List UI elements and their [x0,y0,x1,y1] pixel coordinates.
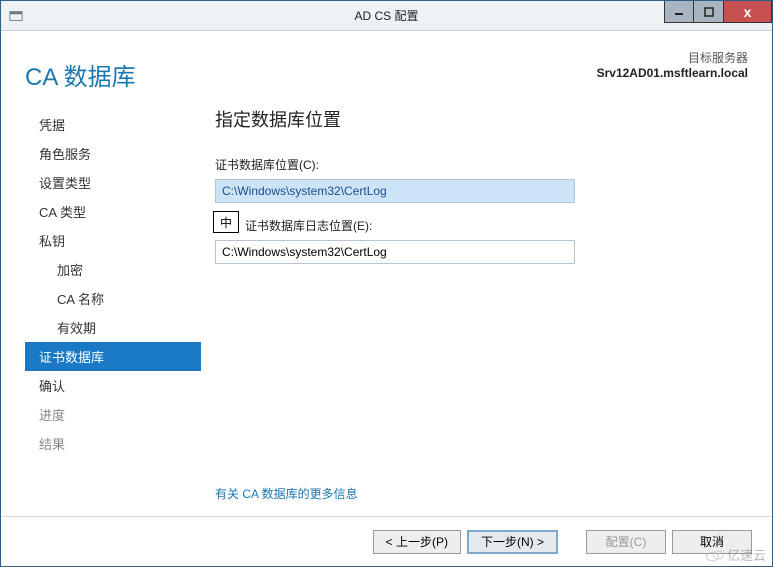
target-server-label: 目标服务器 [597,49,748,66]
log-location-label: 证书数据库日志位置(E): [215,217,748,234]
sidebar-item-setup-type[interactable]: 设置类型 [25,168,201,197]
previous-button[interactable]: < 上一步(P) [373,530,461,554]
more-info-link[interactable]: 有关 CA 数据库的更多信息 [215,487,358,501]
main-panel: 指定数据库位置 证书数据库位置(C): 中 证书数据库日志位置(E): [201,104,748,477]
more-info-row: 有关 CA 数据库的更多信息 [1,477,772,516]
sidebar-item-ca-type[interactable]: CA 类型 [25,197,201,226]
window-title: AD CS 配置 [354,7,418,24]
close-button[interactable]: x [724,1,772,23]
log-location-input[interactable] [215,240,575,264]
maximize-button[interactable] [694,1,724,23]
target-server-box: 目标服务器 Srv12AD01.msftlearn.local [597,49,748,92]
next-button[interactable]: 下一步(N) > [467,530,558,554]
wizard-steps-sidebar: 凭据 角色服务 设置类型 CA 类型 私钥 加密 CA 名称 有效期 证书数据库… [25,104,201,477]
db-location-label: 证书数据库位置(C): [215,156,748,173]
section-title: 指定数据库位置 [215,106,748,132]
wizard-window: AD CS 配置 x CA 数据库 目标服务器 Srv12AD01.msftle… [0,0,773,567]
db-location-group: 证书数据库位置(C): [215,156,748,203]
sidebar-item-credentials[interactable]: 凭据 [25,110,201,139]
sidebar-item-results: 结果 [25,429,201,458]
sidebar-item-validity[interactable]: 有效期 [25,313,201,342]
log-location-group: 中 证书数据库日志位置(E): [215,217,748,264]
configure-button: 配置(C) [586,530,666,554]
sidebar-item-private-key[interactable]: 私钥 [25,226,201,255]
db-location-input[interactable] [215,179,575,203]
sidebar-item-role-services[interactable]: 角色服务 [25,139,201,168]
window-controls: x [664,1,772,23]
sidebar-item-cryptography[interactable]: 加密 [25,255,201,284]
header-row: CA 数据库 目标服务器 Srv12AD01.msftlearn.local [1,31,772,92]
footer-buttons: < 上一步(P) 下一步(N) > 配置(C) 取消 [1,516,772,566]
sidebar-item-ca-name[interactable]: CA 名称 [25,284,201,313]
app-icon [7,7,25,25]
page-heading: CA 数据库 [25,57,597,92]
sidebar-item-progress: 进度 [25,400,201,429]
titlebar: AD CS 配置 x [1,1,772,31]
target-server-name: Srv12AD01.msftlearn.local [597,66,748,80]
watermark-text: 亿速云 [727,545,766,564]
sidebar-item-cert-database[interactable]: 证书数据库 [25,342,201,371]
sidebar-item-confirm[interactable]: 确认 [25,371,201,400]
watermark: 亿速云 [705,545,766,564]
ime-indicator[interactable]: 中 [213,211,239,233]
minimize-button[interactable] [664,1,694,23]
